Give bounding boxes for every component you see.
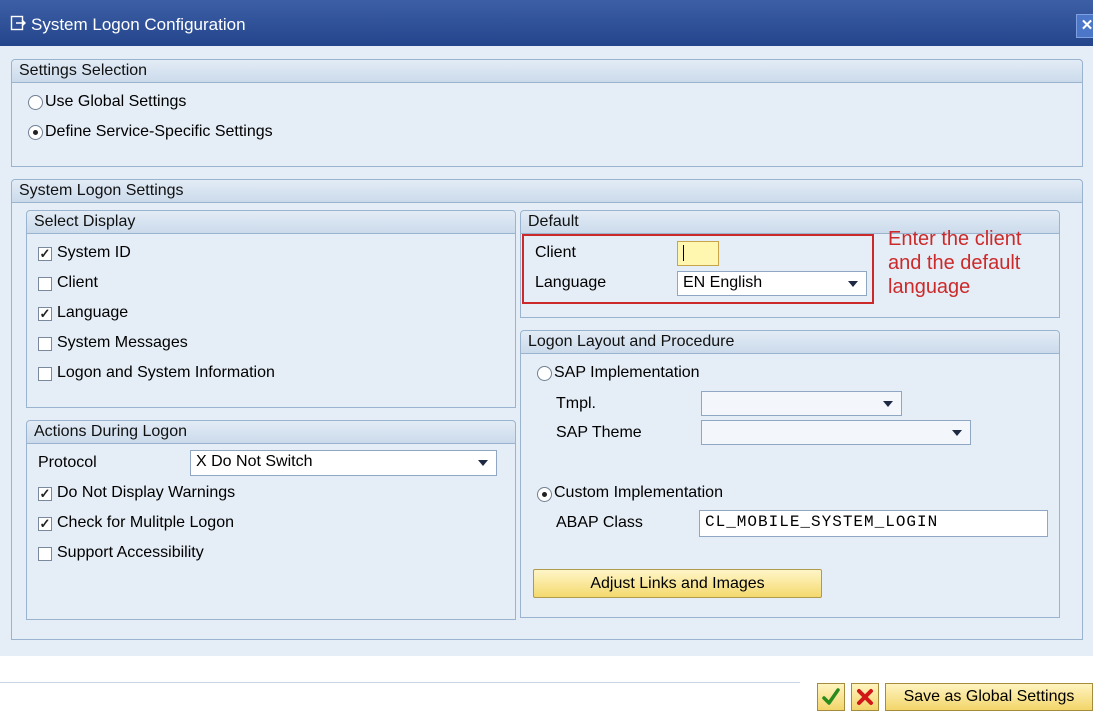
cancel-x-icon [857,689,873,705]
language-checkbox[interactable]: ✓ [38,307,52,321]
dropdown-arrow-icon [478,460,488,466]
accessibility-checkbox[interactable] [38,547,52,561]
multiple-logon-label[interactable]: Check for Mulitple Logon [57,514,234,532]
no-warnings-label[interactable]: Do Not Display Warnings [57,484,235,502]
theme-select[interactable] [701,420,971,445]
settings-selection-group: Settings Selection [11,59,1083,167]
settings-selection-header: Settings Selection [12,60,1082,83]
custom-impl-radio[interactable] [537,487,552,502]
checkmark-icon [822,688,840,705]
annotation-text: Enter the client and the default languag… [888,228,1022,298]
logon-layout-header: Logon Layout and Procedure [521,331,1059,354]
abap-class-label: ABAP Class [556,514,643,531]
use-global-label[interactable]: Use Global Settings [45,93,186,111]
accessibility-label[interactable]: Support Accessibility [57,544,204,562]
tmpl-label: Tmpl. [556,395,596,412]
multiple-logon-checkbox[interactable]: ✓ [38,517,52,531]
protocol-label: Protocol [38,454,97,471]
language-label[interactable]: Language [57,304,128,322]
system-logon-settings-header: System Logon Settings [12,180,1082,203]
title-bar: System Logon Configuration ✕ [0,0,1093,46]
ok-button[interactable] [817,683,845,711]
sap-impl-radio[interactable] [537,366,552,381]
dialog-icon [10,15,26,31]
dropdown-arrow-icon [952,430,962,436]
define-specific-radio[interactable] [28,125,43,140]
logon-system-info-label[interactable]: Logon and System Information [57,364,275,382]
client-label[interactable]: Client [57,274,98,292]
sap-impl-label[interactable]: SAP Implementation [554,364,700,382]
system-messages-label[interactable]: System Messages [57,334,188,352]
close-icon: ✕ [1080,17,1093,34]
no-warnings-checkbox[interactable]: ✓ [38,487,52,501]
protocol-value: X Do Not Switch [196,453,313,470]
system-id-checkbox[interactable]: ✓ [38,247,52,261]
close-button[interactable]: ✕ [1076,14,1093,38]
dropdown-arrow-icon [883,401,893,407]
cancel-button[interactable] [851,683,879,711]
window-title: System Logon Configuration [31,15,246,34]
system-id-label[interactable]: System ID [57,244,131,262]
custom-impl-label[interactable]: Custom Implementation [554,484,723,502]
define-specific-label[interactable]: Define Service-Specific Settings [45,123,273,141]
actions-during-logon-header: Actions During Logon [27,421,515,444]
use-global-radio[interactable] [28,95,43,110]
toolbar-divider [0,682,800,683]
save-global-button[interactable]: Save as Global Settings [885,683,1093,711]
client-checkbox[interactable] [38,277,52,291]
theme-label: SAP Theme [556,424,642,441]
annotation-highlight [522,234,874,304]
select-display-header: Select Display [27,211,515,234]
system-messages-checkbox[interactable] [38,337,52,351]
protocol-select[interactable]: X Do Not Switch [190,450,497,476]
logon-system-info-checkbox[interactable] [38,367,52,381]
tmpl-select[interactable] [701,391,902,416]
adjust-links-button[interactable]: Adjust Links and Images [533,569,822,598]
abap-class-input[interactable]: CL_MOBILE_SYSTEM_LOGIN [699,510,1048,537]
